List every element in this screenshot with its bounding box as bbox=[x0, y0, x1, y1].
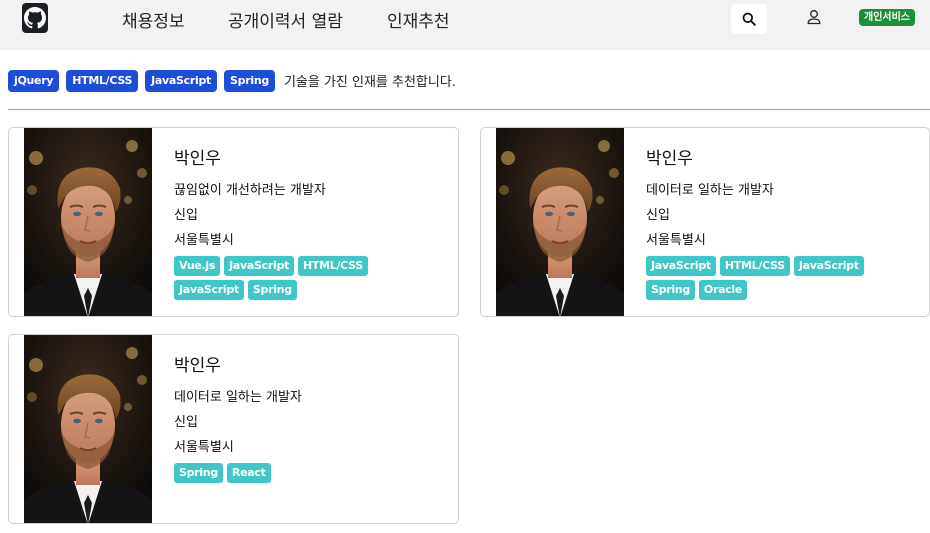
talent-headline: 데이터로 일하는 개발자 bbox=[646, 183, 774, 198]
talent-career: 신입 bbox=[646, 208, 670, 223]
filter-chip-javascript[interactable]: JavaScript bbox=[145, 69, 218, 92]
talent-card[interactable]: 박인우 끊임없이 개선하려는 개발자 신입 서울특별시 Vue.js JavaS… bbox=[8, 127, 459, 317]
top-navbar: 채용정보 공개이력서 열람 인재추천 개인서비스 bbox=[0, 0, 930, 50]
talent-location: 서울특별시 bbox=[174, 233, 234, 248]
talent-name: 박인우 bbox=[174, 149, 221, 169]
profile-photo bbox=[496, 128, 624, 316]
skill-tag-list: Spring React bbox=[174, 463, 444, 487]
talent-name: 박인우 bbox=[174, 356, 221, 376]
skill-tag: Oracle bbox=[698, 280, 748, 300]
nav-link-jobs[interactable]: 채용정보 bbox=[122, 7, 185, 32]
skill-filter-row: jQuery HTML/CSS JavaScript Spring 기술을 가진… bbox=[8, 69, 456, 92]
skill-tag: HTML/CSS bbox=[719, 256, 790, 276]
skill-tag: Spring bbox=[174, 463, 223, 483]
skill-tag: HTML/CSS bbox=[298, 256, 368, 276]
skill-tag-list: Vue.js JavaScript HTML/CSS JavaScript Sp… bbox=[174, 256, 444, 304]
skill-tag: React bbox=[226, 463, 271, 483]
skill-tag: JavaScript bbox=[224, 256, 294, 276]
skill-tag: Spring bbox=[247, 280, 297, 300]
section-divider bbox=[8, 109, 930, 110]
filter-chip-jquery[interactable]: jQuery bbox=[8, 69, 60, 92]
filter-chip-spring[interactable]: Spring bbox=[224, 69, 275, 92]
talent-card[interactable]: 박인우 데이터로 일하는 개발자 신입 서울특별시 JavaScript HTM… bbox=[480, 127, 930, 317]
personal-service-button[interactable]: 개인서비스 bbox=[859, 9, 915, 26]
filter-description: 기술을 가진 인재를 추천합니다. bbox=[283, 75, 456, 90]
profile-photo bbox=[24, 335, 152, 523]
skill-tag-list: JavaScript HTML/CSS JavaScript Spring Or… bbox=[646, 256, 916, 304]
nav-link-public-resumes[interactable]: 공개이력서 열람 bbox=[228, 7, 343, 32]
search-button[interactable] bbox=[731, 4, 767, 34]
talent-career: 신입 bbox=[174, 415, 198, 430]
nav-link-talent-recommendation[interactable]: 인재추천 bbox=[387, 7, 450, 32]
user-profile-button[interactable] bbox=[803, 6, 825, 28]
talent-name: 박인우 bbox=[646, 149, 693, 169]
skill-tag: JavaScript bbox=[793, 256, 864, 276]
skill-tag: JavaScript bbox=[174, 280, 244, 300]
profile-photo bbox=[24, 128, 152, 316]
talent-location: 서울특별시 bbox=[646, 233, 706, 248]
github-logo-icon[interactable] bbox=[22, 3, 48, 33]
talent-headline: 데이터로 일하는 개발자 bbox=[174, 390, 302, 405]
user-icon bbox=[807, 10, 821, 25]
search-icon bbox=[742, 12, 756, 26]
skill-tag: Spring bbox=[646, 280, 695, 300]
talent-headline: 끊임없이 개선하려는 개발자 bbox=[174, 183, 326, 198]
skill-tag: JavaScript bbox=[646, 256, 716, 276]
talent-card[interactable]: 박인우 데이터로 일하는 개발자 신입 서울특별시 Spring React bbox=[8, 334, 459, 524]
talent-career: 신입 bbox=[174, 208, 198, 223]
filter-chip-html-css[interactable]: HTML/CSS bbox=[66, 69, 139, 92]
talent-location: 서울특별시 bbox=[174, 440, 234, 455]
skill-tag: Vue.js bbox=[174, 256, 221, 276]
